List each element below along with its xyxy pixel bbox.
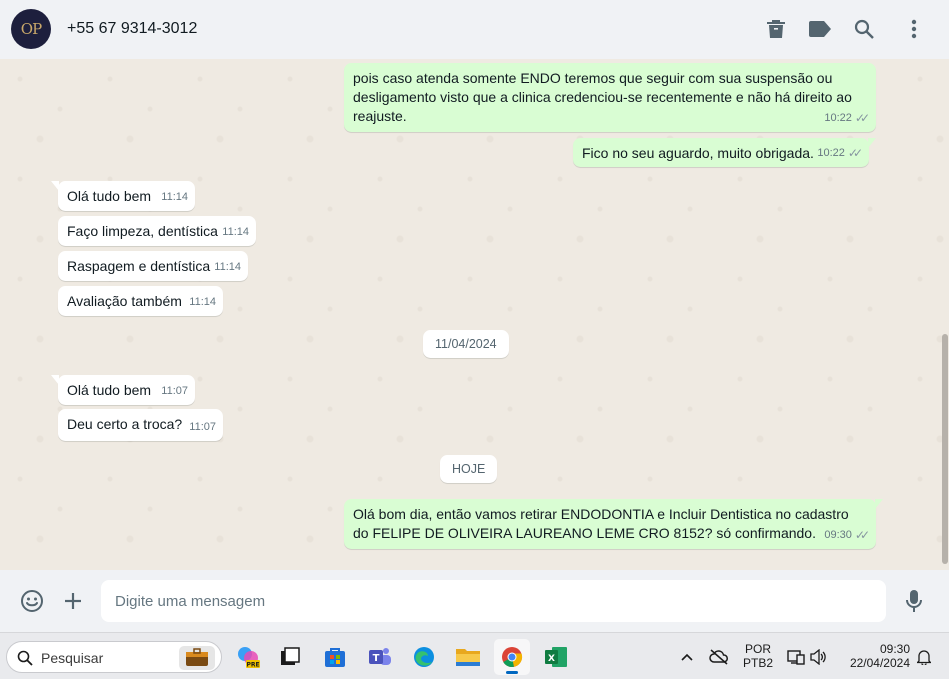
edge-app-icon[interactable] bbox=[406, 639, 442, 675]
message-incoming[interactable]: Deu certo a troca? 11:07 bbox=[58, 409, 223, 441]
contact-avatar[interactable]: OP bbox=[11, 9, 51, 49]
briefcase-icon bbox=[179, 646, 215, 670]
keyboard-layout: PTB2 bbox=[742, 656, 773, 670]
chrome-app-icon[interactable] bbox=[494, 639, 530, 675]
chat-header: OP +55 67 9314-3012 bbox=[0, 0, 949, 59]
read-ticks-icon: ✓✓ bbox=[847, 146, 863, 160]
bubble-tail bbox=[51, 181, 59, 191]
message-text: Fico no seu aguardo, muito obrigada. bbox=[582, 145, 814, 161]
message-meta: 11:07 bbox=[189, 418, 216, 437]
bubble-tail bbox=[868, 138, 876, 148]
message-meta: 11:14 bbox=[161, 188, 188, 207]
message-meta: 11:14 bbox=[222, 223, 249, 242]
message-text: Olá tudo bem bbox=[67, 188, 152, 204]
svg-text:T: T bbox=[373, 653, 380, 664]
search-icon bbox=[17, 650, 33, 666]
scrollbar-thumb[interactable] bbox=[942, 334, 948, 564]
taskbar-search[interactable]: Pesquisar bbox=[6, 641, 222, 673]
message-time: 11:14 bbox=[161, 191, 188, 203]
message-text: Faço limpeza, dentística bbox=[67, 223, 218, 239]
message-time: 11:14 bbox=[214, 261, 241, 273]
attach-plus-icon[interactable] bbox=[60, 588, 86, 614]
message-text: Olá tudo bem bbox=[67, 382, 152, 398]
file-explorer-icon[interactable] bbox=[450, 639, 486, 675]
bubble-tail bbox=[51, 375, 59, 385]
message-text: Deu certo a troca? bbox=[67, 416, 183, 432]
language-code: POR bbox=[744, 642, 771, 656]
delete-icon[interactable] bbox=[764, 17, 788, 41]
message-outgoing[interactable]: Olá bom dia, então vamos retirar ENDODON… bbox=[344, 499, 883, 549]
message-outgoing[interactable]: pois caso atenda somente ENDO teremos qu… bbox=[344, 63, 876, 132]
compose-bar bbox=[0, 570, 949, 632]
store-app-icon[interactable] bbox=[317, 639, 353, 675]
message-meta: 10:22 ✓✓ bbox=[817, 144, 863, 163]
read-ticks-icon: ✓✓ bbox=[854, 111, 870, 125]
notification-bell-icon[interactable] bbox=[912, 639, 936, 675]
chevron-up-icon[interactable] bbox=[670, 639, 704, 675]
chat-panel[interactable]: pois caso atenda somente ENDO teremos qu… bbox=[0, 59, 949, 570]
message-meta: 11:14 bbox=[189, 293, 216, 312]
chat-scrollbar[interactable] bbox=[941, 59, 949, 570]
bubble-tail bbox=[875, 499, 883, 509]
teams-app-icon[interactable]: T bbox=[362, 639, 398, 675]
volume-icon[interactable] bbox=[806, 639, 830, 675]
search-label: Pesquisar bbox=[41, 650, 104, 666]
date-separator: HOJE bbox=[440, 455, 498, 483]
message-meta: 09:30 ✓✓ bbox=[824, 526, 870, 545]
copilot-badge: PRE bbox=[246, 662, 259, 669]
message-outgoing[interactable]: Fico no seu aguardo, muito obrigada. 10:… bbox=[573, 138, 876, 167]
message-time: 11:07 bbox=[189, 421, 216, 433]
network-icon[interactable] bbox=[784, 639, 808, 675]
svg-text:X: X bbox=[548, 654, 555, 664]
menu-icon[interactable] bbox=[902, 17, 926, 41]
active-indicator bbox=[506, 671, 518, 674]
message-time: 11:14 bbox=[222, 226, 249, 238]
label-icon[interactable] bbox=[808, 17, 832, 41]
message-incoming[interactable]: Faço limpeza, dentística 11:14 bbox=[58, 216, 256, 246]
message-text: Raspagem e dentística bbox=[67, 258, 211, 274]
taskbar-clock[interactable]: 09:30 22/04/2024 bbox=[842, 642, 910, 670]
onedrive-offline-icon[interactable] bbox=[702, 639, 736, 675]
search-icon[interactable] bbox=[852, 17, 876, 41]
clock-date: 22/04/2024 bbox=[849, 656, 910, 670]
message-time: 10:22 bbox=[817, 147, 845, 159]
message-text: Olá bom dia, então vamos retirar ENDODON… bbox=[353, 506, 849, 541]
message-time: 11:14 bbox=[189, 296, 216, 308]
copilot-app-icon[interactable]: PRE bbox=[230, 639, 266, 675]
avatar-initials: OP bbox=[20, 20, 42, 38]
message-meta: 11:14 bbox=[214, 258, 241, 277]
emoji-icon[interactable] bbox=[19, 588, 45, 614]
input-language[interactable]: POR PTB2 bbox=[741, 642, 775, 670]
message-input[interactable] bbox=[101, 580, 886, 622]
microphone-icon[interactable] bbox=[901, 588, 927, 614]
date-separator: 11/04/2024 bbox=[423, 330, 509, 358]
message-text: Avaliação também bbox=[67, 293, 182, 309]
clock-time: 09:30 bbox=[879, 642, 910, 656]
message-incoming[interactable]: Avaliação também 11:14 bbox=[58, 286, 223, 316]
excel-app-icon[interactable]: X bbox=[538, 639, 574, 675]
message-time: 11:07 bbox=[161, 385, 188, 397]
windows-taskbar: Pesquisar PRE T X POR PTB2 09:30 22/04/2… bbox=[0, 632, 949, 679]
read-ticks-icon: ✓✓ bbox=[854, 528, 870, 542]
message-meta: 11:07 bbox=[161, 382, 188, 401]
message-incoming[interactable]: Olá tudo bem 11:07 bbox=[51, 375, 195, 405]
message-time: 10:22 bbox=[824, 112, 852, 124]
task-view-icon[interactable] bbox=[272, 639, 308, 675]
message-time: 09:30 bbox=[824, 529, 852, 541]
message-incoming[interactable]: Raspagem e dentística 11:14 bbox=[58, 251, 248, 281]
message-incoming[interactable]: Olá tudo bem 11:14 bbox=[51, 181, 195, 211]
message-meta: 10:22 ✓✓ bbox=[824, 109, 870, 128]
message-text: pois caso atenda somente ENDO teremos qu… bbox=[353, 70, 852, 124]
contact-name[interactable]: +55 67 9314-3012 bbox=[67, 20, 197, 38]
